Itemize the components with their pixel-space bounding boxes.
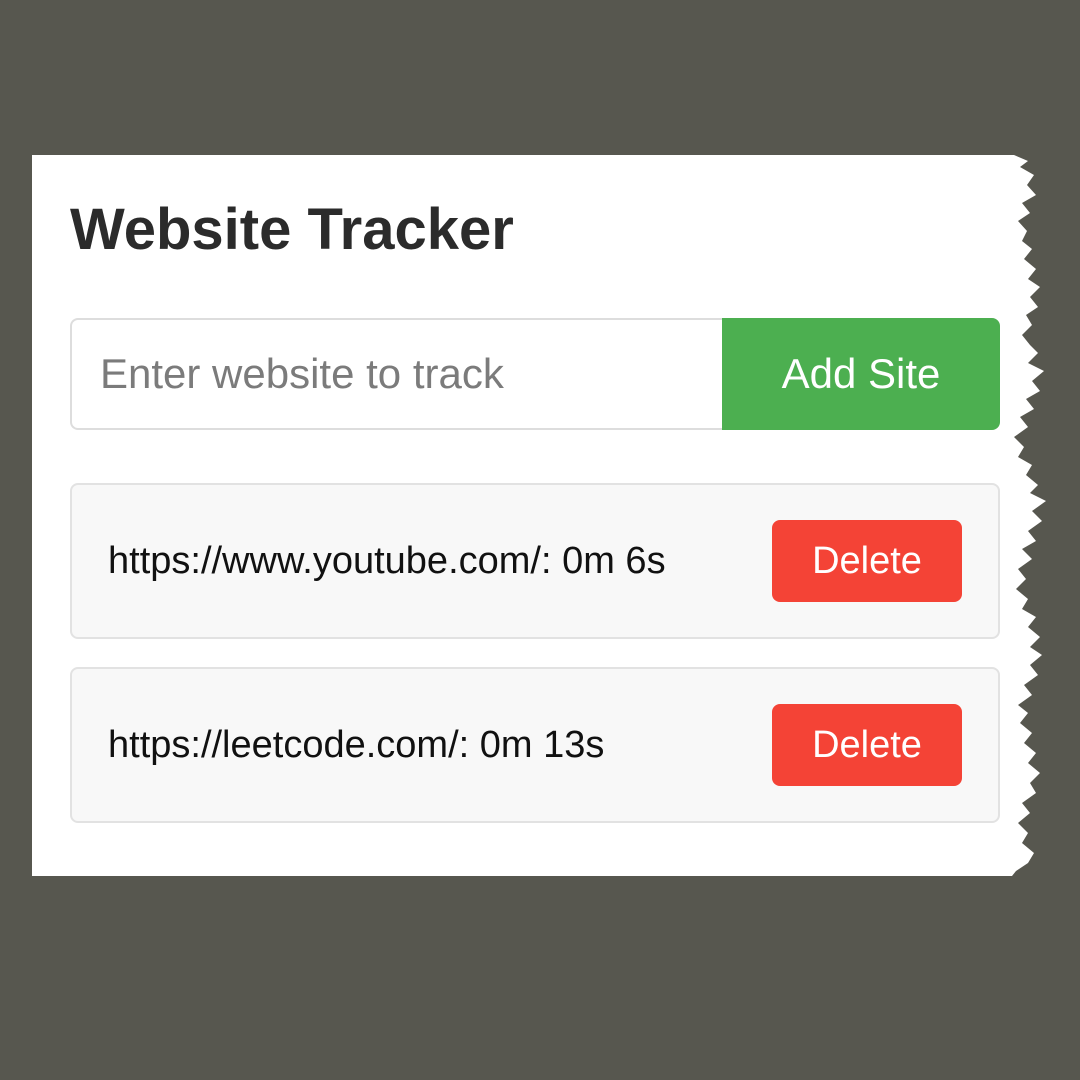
tracker-panel: Website Tracker Add Site https://www.you… xyxy=(32,155,1046,876)
add-site-button[interactable]: Add Site xyxy=(722,318,1000,430)
website-input[interactable] xyxy=(70,318,722,430)
site-entry: https://www.youtube.com/: 0m 6s xyxy=(108,539,666,582)
site-entry: https://leetcode.com/: 0m 13s xyxy=(108,723,605,766)
site-item: https://leetcode.com/: 0m 13s Delete xyxy=(70,667,1000,823)
delete-button[interactable]: Delete xyxy=(772,520,962,602)
site-list: https://www.youtube.com/: 0m 6s Delete h… xyxy=(70,483,1000,851)
add-site-form: Add Site xyxy=(70,318,1000,430)
page-title: Website Tracker xyxy=(70,197,514,262)
site-item: https://www.youtube.com/: 0m 6s Delete xyxy=(70,483,1000,639)
delete-button[interactable]: Delete xyxy=(772,704,962,786)
